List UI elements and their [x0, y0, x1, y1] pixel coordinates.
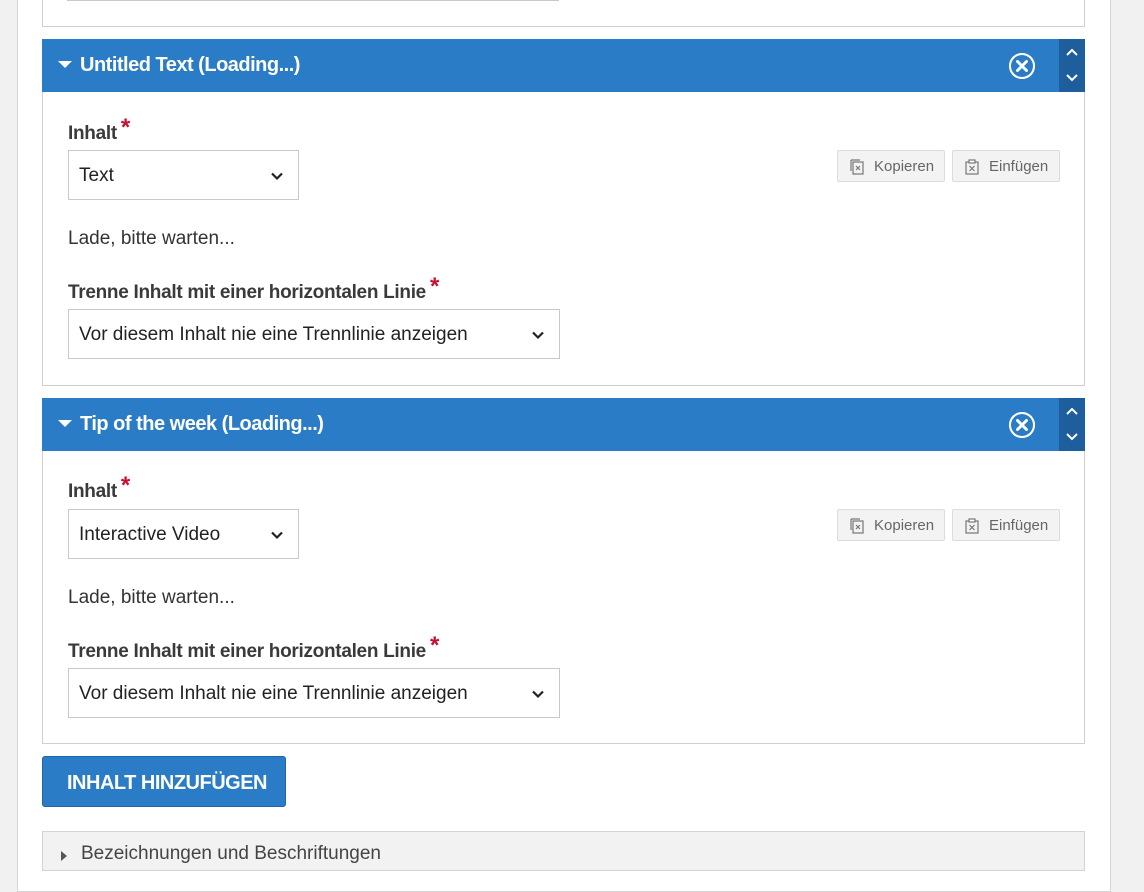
- copy-icon: [850, 518, 864, 534]
- paste-label: Einfügen: [989, 517, 1049, 534]
- item-1-title: Untitled Text (Loading...): [80, 54, 300, 76]
- paste-icon: [965, 518, 979, 534]
- content-label: Inhalt *: [68, 472, 130, 504]
- caret-down-icon[interactable]: [58, 420, 72, 427]
- item-2-header[interactable]: Tip of the week (Loading...): [42, 398, 1085, 451]
- content-label-text: Inhalt: [68, 123, 117, 144]
- copy-label: Kopieren: [874, 517, 935, 534]
- separator-label-text: Trenne Inhalt mit einer horizontalen Lin…: [68, 641, 426, 662]
- separator-label: Trenne Inhalt mit einer horizontalen Lin…: [68, 632, 439, 664]
- close-circle-icon[interactable]: [1009, 53, 1035, 79]
- add-content-label: INHALT HINZUFÜGEN: [67, 772, 268, 794]
- required-mark: *: [429, 273, 439, 300]
- content-item-2: Tip of the week (Loading...) Inhalt * Int…: [42, 398, 1085, 744]
- content-type-value: Text: [79, 165, 114, 186]
- remove-item-button[interactable]: [1009, 412, 1035, 438]
- separator-label-text: Trenne Inhalt mit einer horizontalen Lin…: [68, 282, 426, 303]
- required-mark: *: [120, 114, 130, 141]
- order-controls: [1059, 39, 1085, 92]
- item-1-header[interactable]: Untitled Text (Loading...): [42, 39, 1085, 92]
- separator-select[interactable]: Vor diesem Inhalt nie eine Trennlinie an…: [68, 309, 560, 359]
- order-controls: [1059, 398, 1085, 451]
- copy-button[interactable]: Kopieren: [837, 509, 945, 541]
- content-label-text: Inhalt: [68, 481, 117, 502]
- chevron-down-icon: [271, 172, 283, 181]
- content-label: Inhalt *: [68, 114, 130, 146]
- chevron-down-icon[interactable]: [1064, 69, 1080, 85]
- item-2-title: Tip of the week (Loading...): [80, 413, 324, 435]
- caret-right-icon: [61, 851, 67, 861]
- add-content-button[interactable]: INHALT HINZUFÜGEN: [42, 756, 286, 807]
- chevron-up-icon[interactable]: [1064, 45, 1080, 61]
- close-circle-icon[interactable]: [1009, 412, 1035, 438]
- chevron-down-icon: [532, 690, 544, 699]
- paste-button[interactable]: Einfügen: [952, 150, 1060, 182]
- caret-down-icon[interactable]: [58, 61, 72, 68]
- loading-text: Lade, bitte warten...: [68, 587, 235, 608]
- copy-label: Kopieren: [874, 158, 935, 175]
- required-mark: *: [120, 472, 130, 499]
- remove-item-button[interactable]: [1009, 53, 1035, 79]
- paste-icon: [965, 159, 979, 175]
- copy-button[interactable]: Kopieren: [837, 150, 945, 182]
- group-title: Bezeichnungen und Beschriftungen: [81, 843, 382, 864]
- separator-value: Vor diesem Inhalt nie eine Trennlinie an…: [79, 683, 468, 704]
- required-mark: *: [429, 632, 439, 659]
- separator-value: Vor diesem Inhalt nie eine Trennlinie an…: [79, 324, 468, 345]
- separator-select[interactable]: Vor diesem Inhalt nie eine Trennlinie an…: [68, 668, 560, 718]
- chevron-up-icon[interactable]: [1064, 404, 1080, 420]
- paste-button[interactable]: Einfügen: [952, 509, 1060, 541]
- copy-icon: [850, 159, 864, 175]
- labels-group-header[interactable]: Bezeichnungen und Beschriftungen: [42, 831, 1085, 871]
- content-type-select[interactable]: Text: [68, 150, 299, 200]
- chevron-down-icon: [532, 331, 544, 340]
- content-type-value: Interactive Video: [79, 524, 221, 545]
- paste-label: Einfügen: [989, 158, 1049, 175]
- content-item-1: Untitled Text (Loading...) Inhalt* Text: [42, 39, 1085, 386]
- previous-item-remainder: [42, 0, 1085, 27]
- loading-text: Lade, bitte warten...: [68, 228, 235, 249]
- chevron-down-icon[interactable]: [1064, 428, 1080, 444]
- chevron-down-icon: [271, 531, 283, 540]
- previous-select-field[interactable]: [67, 0, 559, 1]
- separator-label: Trenne Inhalt mit einer horizontalen Lin…: [68, 273, 439, 305]
- content-type-select[interactable]: Interactive Video: [68, 509, 299, 559]
